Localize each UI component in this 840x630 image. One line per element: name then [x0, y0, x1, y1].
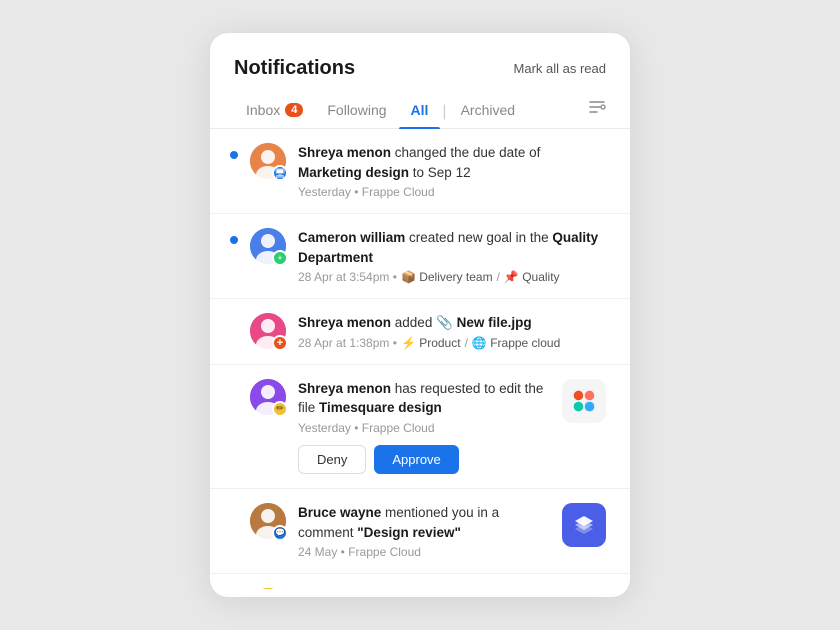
tab-archived-label: Archived	[461, 102, 515, 118]
notification-actions: Deny Approve	[298, 445, 550, 474]
deny-button[interactable]: Deny	[298, 445, 366, 474]
notification-content: Frappe cloud project was created by Stev…	[298, 588, 606, 589]
notification-item: ✏ Shreya menon has requested to edit the…	[210, 365, 630, 489]
notification-item: + Shreya menon added 📎 New file.jpg 28 A…	[210, 299, 630, 365]
notification-content: Shreya menon changed the due date of Mar…	[298, 143, 606, 199]
avatar-wrap: +	[250, 313, 286, 349]
meta-tag: 🌐 Frappe cloud	[472, 336, 560, 350]
avatar-wrap: ✏	[250, 379, 286, 415]
notification-text: Cameron william created new goal in the …	[298, 228, 606, 267]
unread-indicator	[230, 236, 238, 244]
avatar-badge: ✏	[272, 401, 288, 417]
avatar-wrap: ✦	[250, 588, 286, 589]
notification-meta: 28 Apr at 1:38pm • ⚡ Product / 🌐 Frappe …	[298, 336, 606, 350]
notification-meta: Yesterday • Frappe Cloud	[298, 421, 550, 435]
notification-content: Shreya menon has requested to edit the f…	[298, 379, 550, 474]
tab-inbox[interactable]: Inbox 4	[234, 96, 315, 128]
tab-inbox-badge: 4	[285, 103, 303, 117]
avatar: ✦	[250, 588, 286, 589]
tab-following-label: Following	[327, 102, 386, 118]
notification-item: ✦ Frappe cloud project was created by St…	[210, 574, 630, 589]
notification-text: Bruce wayne mentioned you in a comment "…	[298, 503, 550, 542]
figma-thumbnail	[562, 379, 606, 423]
panel-header: Notifications Mark all as read	[210, 57, 630, 96]
notification-item: 💬 Bruce wayne mentioned you in a comment…	[210, 489, 630, 574]
tab-all[interactable]: All	[399, 96, 441, 128]
avatar-badge: +	[272, 250, 288, 266]
notification-text: Shreya menon has requested to edit the f…	[298, 379, 550, 418]
tab-following[interactable]: Following	[315, 96, 398, 128]
notification-meta: 28 Apr at 3:54pm • 📦 Delivery team / 📌 Q…	[298, 270, 606, 284]
unread-indicator	[230, 151, 238, 159]
notification-item: 🖥 Shreya menon changed the due date of M…	[210, 129, 630, 214]
meta-tag: 📌 Quality	[504, 270, 560, 284]
notification-content: Shreya menon added 📎 New file.jpg 28 Apr…	[298, 313, 606, 350]
meta-tag: 📦 Delivery team	[401, 270, 493, 284]
notifications-list: 🖥 Shreya menon changed the due date of M…	[210, 129, 630, 589]
notification-text: Shreya menon added 📎 New file.jpg	[298, 313, 606, 333]
avatar-wrap: 💬	[250, 503, 286, 539]
notification-meta: Yesterday • Frappe Cloud	[298, 185, 606, 199]
layers-thumbnail	[562, 503, 606, 547]
avatar-wrap: +	[250, 228, 286, 264]
avatar-wrap: 🖥	[250, 143, 286, 179]
approve-button[interactable]: Approve	[374, 445, 458, 474]
notification-content: Cameron william created new goal in the …	[298, 228, 606, 284]
avatar-badge: 🖥	[272, 165, 288, 181]
tab-all-label: All	[411, 102, 429, 118]
avatar-badge: 💬	[272, 525, 288, 541]
notification-text: Shreya menon changed the due date of Mar…	[298, 143, 606, 182]
tab-divider: |	[442, 103, 446, 121]
notification-content: Bruce wayne mentioned you in a comment "…	[298, 503, 550, 559]
notification-text: Frappe cloud project was created by Stev…	[298, 588, 606, 589]
filter-icon[interactable]	[588, 98, 606, 127]
tab-inbox-label: Inbox	[246, 102, 280, 118]
meta-tag: ⚡ Product	[401, 336, 461, 350]
tab-archived[interactable]: Archived	[449, 96, 527, 128]
tab-bar: Inbox 4 Following All | Archived	[210, 96, 630, 129]
notifications-panel: Notifications Mark all as read Inbox 4 F…	[210, 33, 630, 597]
notification-meta: 24 May • Frappe Cloud	[298, 545, 550, 559]
mark-all-read-button[interactable]: Mark all as read	[514, 61, 606, 76]
notification-item: + Cameron william created new goal in th…	[210, 214, 630, 299]
panel-title: Notifications	[234, 57, 355, 80]
